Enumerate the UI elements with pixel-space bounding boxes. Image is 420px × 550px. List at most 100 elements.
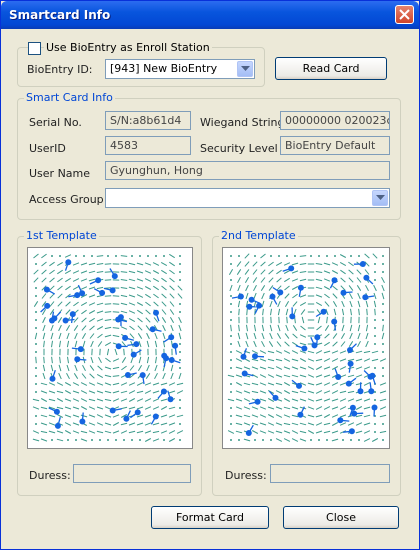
ridge-segment	[168, 414, 176, 418]
ridge-segment	[379, 406, 387, 410]
title-bar[interactable]: Smartcard Info	[1, 1, 419, 29]
minutia-point	[371, 404, 378, 411]
minutia-point	[168, 334, 175, 341]
ridge-segment	[347, 374, 355, 378]
ridge-segment	[339, 382, 347, 386]
ridge-dot	[374, 279, 376, 281]
ridge-dot	[179, 263, 181, 265]
ridge-segment	[365, 300, 369, 308]
ridge-dot	[35, 367, 37, 369]
minutia-point	[53, 408, 60, 415]
ridge-segment	[253, 284, 257, 292]
ridge-dot	[374, 335, 376, 337]
access-group-dropdown-button[interactable]	[372, 190, 388, 206]
minutia-point	[359, 261, 366, 267]
enroll-station-checkbox[interactable]	[28, 42, 41, 55]
ridge-segment	[57, 261, 63, 267]
window-close-button[interactable]	[395, 5, 414, 24]
ridge-dot	[139, 439, 141, 441]
ridge-dot	[342, 439, 344, 441]
ridge-segment	[270, 308, 272, 316]
ridge-segment	[73, 325, 79, 331]
ridge-segment	[259, 422, 267, 426]
ridge-segment	[371, 438, 379, 442]
minutia-point	[152, 413, 159, 420]
ridge-dot	[179, 423, 181, 425]
ridge-segment	[137, 333, 143, 339]
access-group-select[interactable]	[105, 188, 390, 208]
ridge-segment	[251, 406, 259, 410]
minutia-point	[272, 394, 279, 401]
ridge-segment	[331, 422, 339, 426]
ridge-segment	[341, 300, 345, 308]
format-card-button[interactable]: Format Card	[151, 506, 269, 529]
ridge-segment	[341, 324, 345, 332]
ridge-segment	[347, 390, 355, 394]
ridge-segment	[96, 310, 104, 314]
ridge-segment	[350, 308, 352, 316]
ridge-segment	[235, 366, 243, 370]
ridge-segment	[40, 422, 48, 426]
ridge-segment	[56, 438, 64, 442]
close-button[interactable]: Close	[283, 506, 399, 529]
ridge-segment	[128, 317, 136, 323]
ridge-segment	[64, 430, 72, 434]
ridge-segment	[59, 356, 61, 364]
ridge-segment	[324, 293, 330, 299]
bioentry-id-select[interactable]: [943] New BioEntry	[105, 59, 255, 79]
ridge-segment	[80, 438, 88, 442]
ridge-dot	[230, 415, 232, 417]
ridge-segment	[244, 253, 250, 259]
ridge-segment	[349, 324, 353, 332]
minutia-point	[124, 372, 131, 378]
ridge-segment	[144, 286, 152, 290]
ridge-segment	[144, 270, 152, 274]
serial-label: Serial No.	[29, 116, 82, 129]
ridge-segment	[64, 269, 72, 275]
ridge-segment	[160, 414, 168, 418]
minutia-point	[160, 388, 167, 395]
ridge-segment	[144, 398, 152, 402]
bioentry-dropdown-button[interactable]	[237, 61, 253, 77]
minutia-point	[109, 407, 116, 414]
ridge-segment	[56, 390, 64, 394]
ridge-dot	[179, 351, 181, 353]
ridge-segment	[235, 398, 243, 402]
ridge-segment	[277, 324, 281, 332]
ridge-segment	[89, 373, 95, 379]
security-level-label: Security Level	[200, 142, 278, 155]
ridge-segment	[307, 358, 315, 362]
ridge-segment	[275, 390, 283, 394]
ridge-segment	[363, 366, 371, 370]
ridge-segment	[229, 284, 233, 292]
ridge-segment	[268, 285, 274, 291]
ridge-segment	[332, 285, 338, 291]
minutia-point	[269, 293, 276, 300]
ridge-dot	[35, 375, 37, 377]
ridge-segment	[130, 356, 134, 364]
minutia-point	[54, 422, 61, 429]
ridge-segment	[260, 253, 266, 259]
ridge-segment	[235, 406, 243, 410]
ridge-segment	[88, 286, 96, 290]
ridge-segment	[291, 406, 299, 410]
ridge-segment	[153, 301, 159, 307]
ridge-segment	[293, 308, 297, 316]
read-card-button[interactable]: Read Card	[275, 57, 387, 80]
ridge-segment	[104, 422, 112, 426]
ridge-segment	[323, 350, 331, 354]
minutia-point	[167, 396, 174, 403]
ridge-segment	[120, 271, 128, 273]
ridge-segment	[136, 278, 144, 282]
ridge-segment	[340, 269, 346, 275]
ridge-segment	[59, 340, 61, 348]
ridge-dot	[131, 255, 133, 257]
ridge-segment	[259, 382, 267, 386]
template-2-title: 2nd Template	[219, 229, 298, 242]
ridge-segment	[237, 332, 241, 340]
ridge-segment	[89, 325, 95, 331]
enroll-station-label: Use BioEntry as Enroll Station	[44, 41, 212, 54]
ridge-segment	[136, 302, 144, 306]
ridge-segment	[299, 263, 307, 265]
ridge-segment	[355, 422, 363, 426]
